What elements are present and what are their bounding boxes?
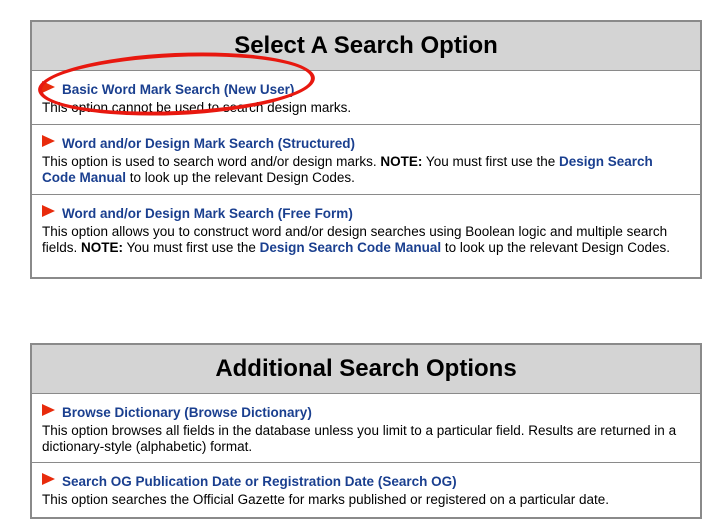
red-flag-icon — [42, 404, 55, 416]
panel-title: Additional Search Options — [32, 345, 700, 394]
red-flag-icon — [42, 81, 55, 93]
option-description: This option cannot be used to search des… — [42, 100, 352, 115]
desc-text: to look up the relevant Design Codes. — [126, 170, 355, 185]
basic-word-mark-search-link[interactable]: Basic Word Mark Search (New User) — [62, 82, 294, 97]
panel-title: Select A Search Option — [32, 22, 700, 71]
desc-text: You must first use the — [123, 240, 260, 255]
desc-text: to look up the relevant Design Codes. — [441, 240, 671, 255]
red-flag-icon — [42, 473, 55, 485]
additional-options-panel: Additional Search Options Browse Diction… — [30, 343, 702, 519]
free-form-search-link[interactable]: Word and/or Design Mark Search (Free For… — [62, 206, 353, 221]
search-og-link[interactable]: Search OG Publication Date or Registrati… — [62, 474, 457, 489]
option-browse-dictionary: Browse Dictionary (Browse Dictionary) Th… — [32, 394, 700, 463]
option-description: This option searches the Official Gazett… — [42, 492, 610, 507]
note-label: NOTE: — [380, 154, 423, 169]
desc-text: You must first use the — [422, 154, 559, 169]
option-search-og: Search OG Publication Date or Registrati… — [32, 463, 700, 517]
note-label: NOTE: — [81, 240, 124, 255]
red-flag-icon — [42, 205, 55, 217]
option-description: This option is used to search word and/o… — [42, 154, 690, 186]
desc-text: This option is used to search word and/o… — [42, 154, 381, 169]
browse-dictionary-link[interactable]: Browse Dictionary (Browse Dictionary) — [62, 405, 312, 420]
option-structured-search: Word and/or Design Mark Search (Structur… — [32, 125, 700, 195]
option-free-form-search: Word and/or Design Mark Search (Free For… — [32, 195, 700, 281]
structured-search-link[interactable]: Word and/or Design Mark Search (Structur… — [62, 136, 355, 151]
search-options-panel: Select A Search Option Basic Word Mark S… — [30, 20, 702, 279]
option-description: This option browses all fields in the da… — [42, 423, 677, 454]
design-search-code-manual-link[interactable]: Design Search Code Manual — [260, 240, 442, 255]
red-flag-icon — [42, 135, 55, 147]
option-basic-word-mark: Basic Word Mark Search (New User) This o… — [32, 71, 700, 125]
option-description: This option allows you to construct word… — [42, 224, 690, 256]
